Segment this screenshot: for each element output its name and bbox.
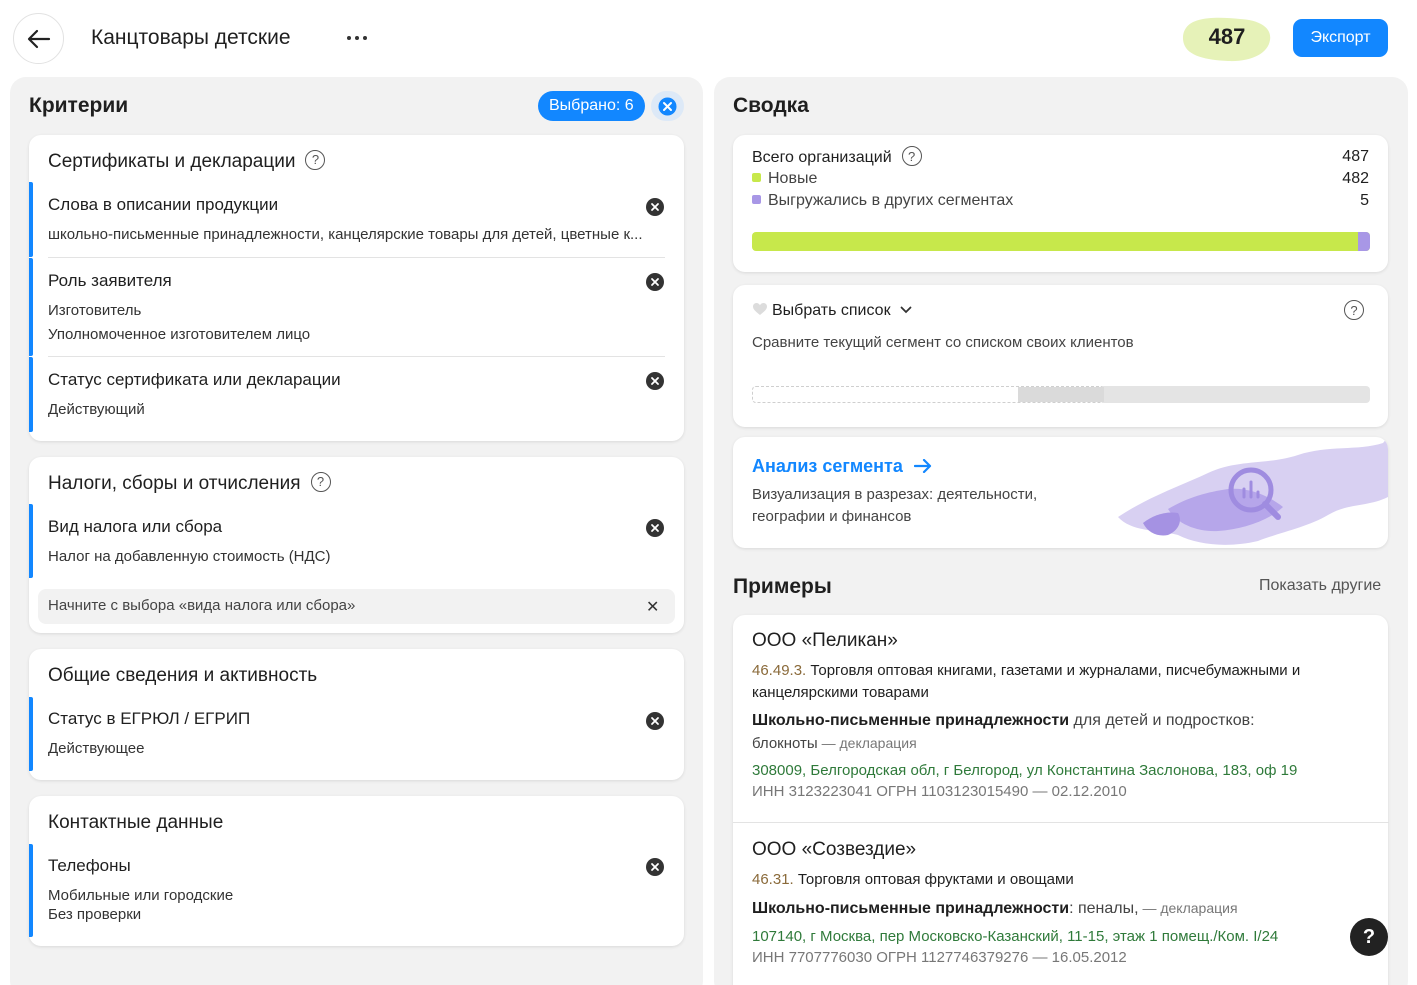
show-more-link[interactable]: Показать другие (1259, 577, 1381, 595)
clear-selection-button[interactable] (651, 91, 684, 121)
remove-criterion-icon[interactable] (646, 858, 664, 876)
new-value: 482 (1342, 170, 1369, 187)
company-address: 308009, Белгородская обл, г Белгород, ул… (752, 762, 1298, 779)
criterion-name: Статус сертификата или декларации (48, 370, 341, 389)
tax-filter-placeholder: Начните с выбора «вида налога или сбора» (48, 597, 356, 614)
company-product: Школьно-письменные принадлежности: пенал… (752, 900, 1238, 917)
export-button[interactable]: Экспорт (1293, 19, 1388, 57)
new-color-swatch (752, 173, 761, 182)
compare-progress-bar (752, 386, 1370, 403)
criterion-value: Действующий (48, 401, 145, 418)
segment-analysis-link[interactable]: Анализ сегмента (752, 456, 932, 477)
segment-progress-bar (752, 232, 1370, 251)
choose-list-dropdown[interactable]: Выбрать список (752, 302, 912, 320)
criteria-title: Критерии (29, 94, 129, 117)
remove-criterion-icon[interactable] (646, 198, 664, 216)
exported-value: 5 (1360, 192, 1369, 209)
compare-list-card: Выбрать список ? Сравните текущий сегмен… (733, 285, 1388, 427)
totals-card: Всего организаций? 487 Новые 482 Выгружа… (733, 135, 1388, 272)
total-label: Всего организаций? (752, 146, 922, 168)
summary-title: Сводка (733, 94, 809, 117)
criterion-value: Без проверки (48, 906, 142, 923)
criterion-name: Слова в описании продукции (48, 195, 279, 214)
criterion-egrul-status[interactable]: Статус в ЕГРЮЛ / ЕГРИП Действующее (29, 697, 684, 771)
criterion-value: Налог на добавленную стоимость (НДС) (48, 548, 331, 565)
help-fab-button[interactable]: ? (1350, 918, 1388, 956)
exported-color-swatch (752, 195, 761, 204)
remove-criterion-icon[interactable] (646, 273, 664, 291)
selected-count-badge[interactable]: Выбрано: 6 (538, 91, 645, 121)
analysis-description-line1: Визуализация в разрезах: деятельности, (752, 486, 1038, 503)
chevron-down-icon (900, 306, 912, 314)
criterion-applicant-role[interactable]: Роль заявителя Изготовитель Уполномоченн… (29, 258, 684, 356)
arrow-left-icon (27, 29, 50, 48)
group-title: Контактные данные (48, 812, 224, 833)
remove-criterion-icon[interactable] (646, 712, 664, 730)
group-title: Сертификаты и декларации? (48, 149, 326, 173)
heart-icon (753, 303, 767, 315)
company-okved: 46.31. Торговля оптовая фруктами и овоща… (752, 871, 1074, 888)
group-title: Налоги, сборы и отчисления? (48, 471, 331, 495)
header: Канцтовары детские 487 Экспорт (0, 0, 1417, 76)
more-options-button[interactable] (338, 24, 376, 52)
criterion-tax-type[interactable]: Вид налога или сбора Налог на добавленну… (29, 504, 684, 578)
criterion-name: Роль заявителя (48, 271, 172, 290)
company-okved-cont: канцелярскими товарами (752, 684, 929, 701)
russia-map-illustration (1118, 437, 1388, 545)
company-name[interactable]: ООО «Пеликан» (752, 630, 898, 652)
organizations-count: 487 (1208, 24, 1246, 49)
new-legend: Новые (752, 170, 817, 188)
examples-card: ООО «Пеликан» 46.49.3. Торговля оптовая … (733, 615, 1389, 985)
total-value: 487 (1342, 148, 1369, 165)
criteria-group-certificates: Сертификаты и декларации? Слова в описан… (29, 135, 684, 441)
criterion-value: Уполномоченное изготовителем лицо (48, 326, 311, 343)
close-circle-icon (658, 97, 677, 115)
criterion-name: Телефоны (48, 856, 131, 875)
close-icon[interactable]: ✕ (646, 597, 659, 617)
remove-criterion-icon[interactable] (646, 519, 664, 537)
segment-analysis-card[interactable]: Анализ сегмента Визуализация в разрезах:… (733, 437, 1388, 548)
company-product-cont: блокноты — декларация (752, 735, 917, 752)
arrow-right-icon (913, 458, 931, 474)
company-okved: 46.49.3. Торговля оптовая книгами, газет… (752, 662, 1301, 679)
company-product: Школьно-письменные принадлежности для де… (752, 712, 1255, 729)
criteria-group-contacts: Контактные данные Телефоны Мобильные или… (29, 796, 684, 946)
criterion-name: Вид налога или сбора (48, 517, 223, 536)
help-icon[interactable]: ? (310, 471, 331, 492)
company-address: 107140, г Москва, пер Московско-Казански… (752, 928, 1279, 945)
group-title: Общие сведения и активность (48, 665, 318, 686)
criterion-name: Статус в ЕГРЮЛ / ЕГРИП (48, 709, 251, 728)
criterion-phones[interactable]: Телефоны Мобильные или городские Без про… (29, 844, 684, 937)
tax-filter-input[interactable]: Начните с выбора «вида налога или сбора»… (38, 589, 675, 624)
compare-description: Сравните текущий сегмент со списком свои… (752, 334, 1134, 351)
page-title: Канцтовары детские (91, 26, 291, 49)
criterion-value: Мобильные или городские (48, 887, 234, 904)
criterion-product-words[interactable]: Слова в описании продукции школьно-письм… (29, 182, 684, 257)
exported-progress-fill (1357, 232, 1370, 251)
analysis-description-line2: географии и финансов (752, 508, 912, 525)
ellipsis-icon (347, 36, 351, 40)
criterion-value: Изготовитель (48, 302, 142, 319)
remove-criterion-icon[interactable] (646, 372, 664, 390)
criterion-certificate-status[interactable]: Статус сертификата или декларации Действ… (29, 357, 684, 432)
criteria-group-general: Общие сведения и активность Статус в ЕГР… (29, 649, 684, 780)
help-icon[interactable]: ? (1344, 300, 1364, 320)
help-icon[interactable]: ? (305, 149, 326, 170)
back-button[interactable] (13, 13, 64, 64)
company-ids: ИНН 7707776030 ОГРН 1127746379276 — 16.0… (752, 949, 1127, 966)
examples-title: Примеры (733, 575, 832, 598)
company-ids: ИНН 3123223041 ОГРН 1103123015490 — 02.1… (752, 783, 1127, 800)
exported-legend: Выгружались в других сегментах (752, 192, 1013, 210)
criterion-value: Действующее (48, 740, 145, 757)
criterion-value: школьно-письменные принадлежности, канце… (48, 226, 643, 243)
criteria-group-taxes: Налоги, сборы и отчисления? Вид налога и… (29, 457, 684, 633)
company-name[interactable]: ООО «Созвездие» (752, 839, 916, 861)
help-icon[interactable]: ? (901, 146, 922, 166)
